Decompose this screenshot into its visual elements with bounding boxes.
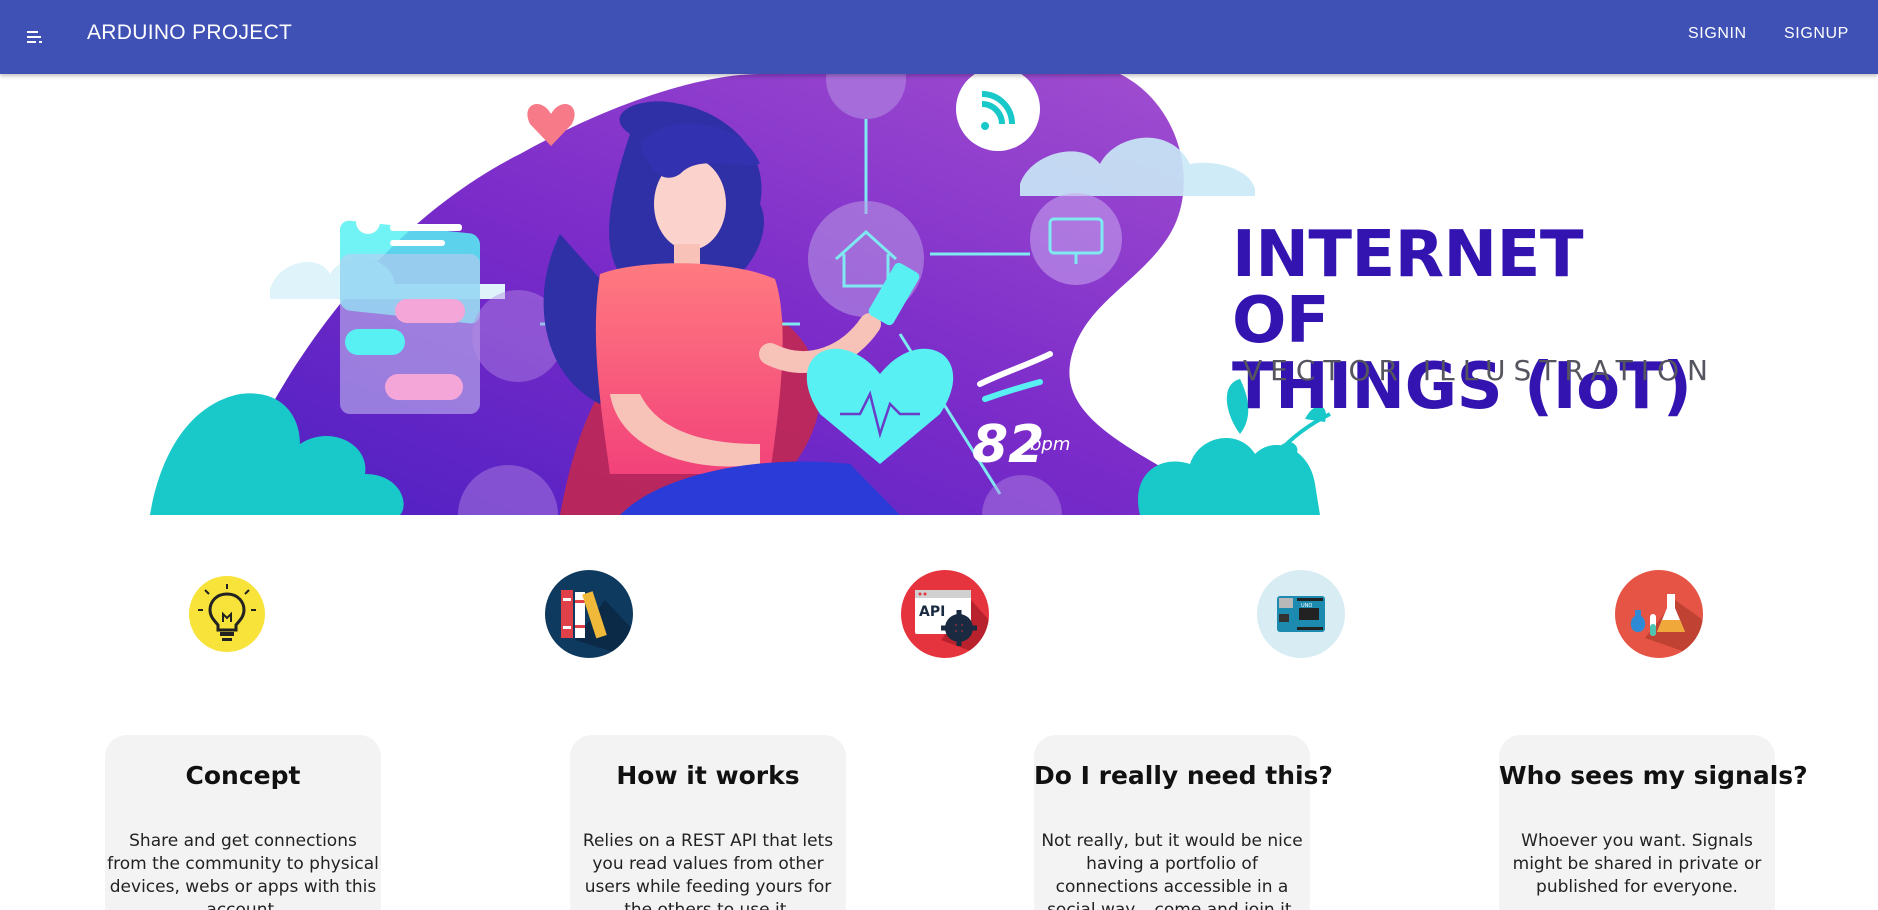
arduino-board-icon: UNO: [1257, 570, 1345, 658]
hero-subtitle: VECTOR ILLUSTRATION: [1243, 354, 1716, 387]
menu-icon: [27, 31, 42, 43]
card-who-sees-signals: Who sees my signals? Whoever you want. S…: [1499, 735, 1808, 910]
card-title: How it works: [616, 761, 800, 790]
api-gear-icon: API: [901, 570, 989, 658]
books-icon: [545, 570, 633, 658]
lab-flasks-icon: [1615, 570, 1703, 658]
app-title: ARDUINO PROJECT: [87, 21, 293, 44]
card-text: Whoever you want. Signals might be share…: [1512, 831, 1762, 897]
card-text: Relies on a REST API that lets you read …: [582, 831, 834, 910]
hero-title: INTERNET OF THINGS (IoT): [1232, 222, 1692, 420]
signup-button[interactable]: SIGNUP: [1784, 25, 1849, 43]
svg-text:UNO: UNO: [1301, 603, 1312, 609]
card-text: Share and get connections from the commu…: [107, 831, 379, 910]
svg-text:API: API: [919, 604, 945, 620]
lightbulb-icon: [183, 570, 271, 658]
card-title: Concept: [185, 761, 301, 790]
signin-button[interactable]: SIGNIN: [1688, 25, 1747, 43]
card-title: Do I really need this?: [1034, 761, 1333, 790]
card-concept: Concept Share and get connections from t…: [105, 735, 381, 910]
hero-title-line-1: INTERNET OF: [1232, 218, 1583, 358]
bpm-unit: bpm: [1030, 434, 1070, 455]
card-title: Who sees my signals?: [1499, 761, 1808, 790]
menu-button[interactable]: [20, 22, 50, 52]
hero-banner: 82 bpm INTERNET OF THINGS (IoT) VECTOR I…: [0, 74, 1878, 515]
card-text: Not really, but it would be nice having …: [1041, 831, 1303, 910]
card-how-it-works: How it works Relies on a REST API that l…: [570, 735, 846, 910]
app-bar: ARDUINO PROJECT SIGNIN SIGNUP: [0, 0, 1878, 74]
card-do-i-need-this: Do I really need this? Not really, but i…: [1034, 735, 1333, 910]
